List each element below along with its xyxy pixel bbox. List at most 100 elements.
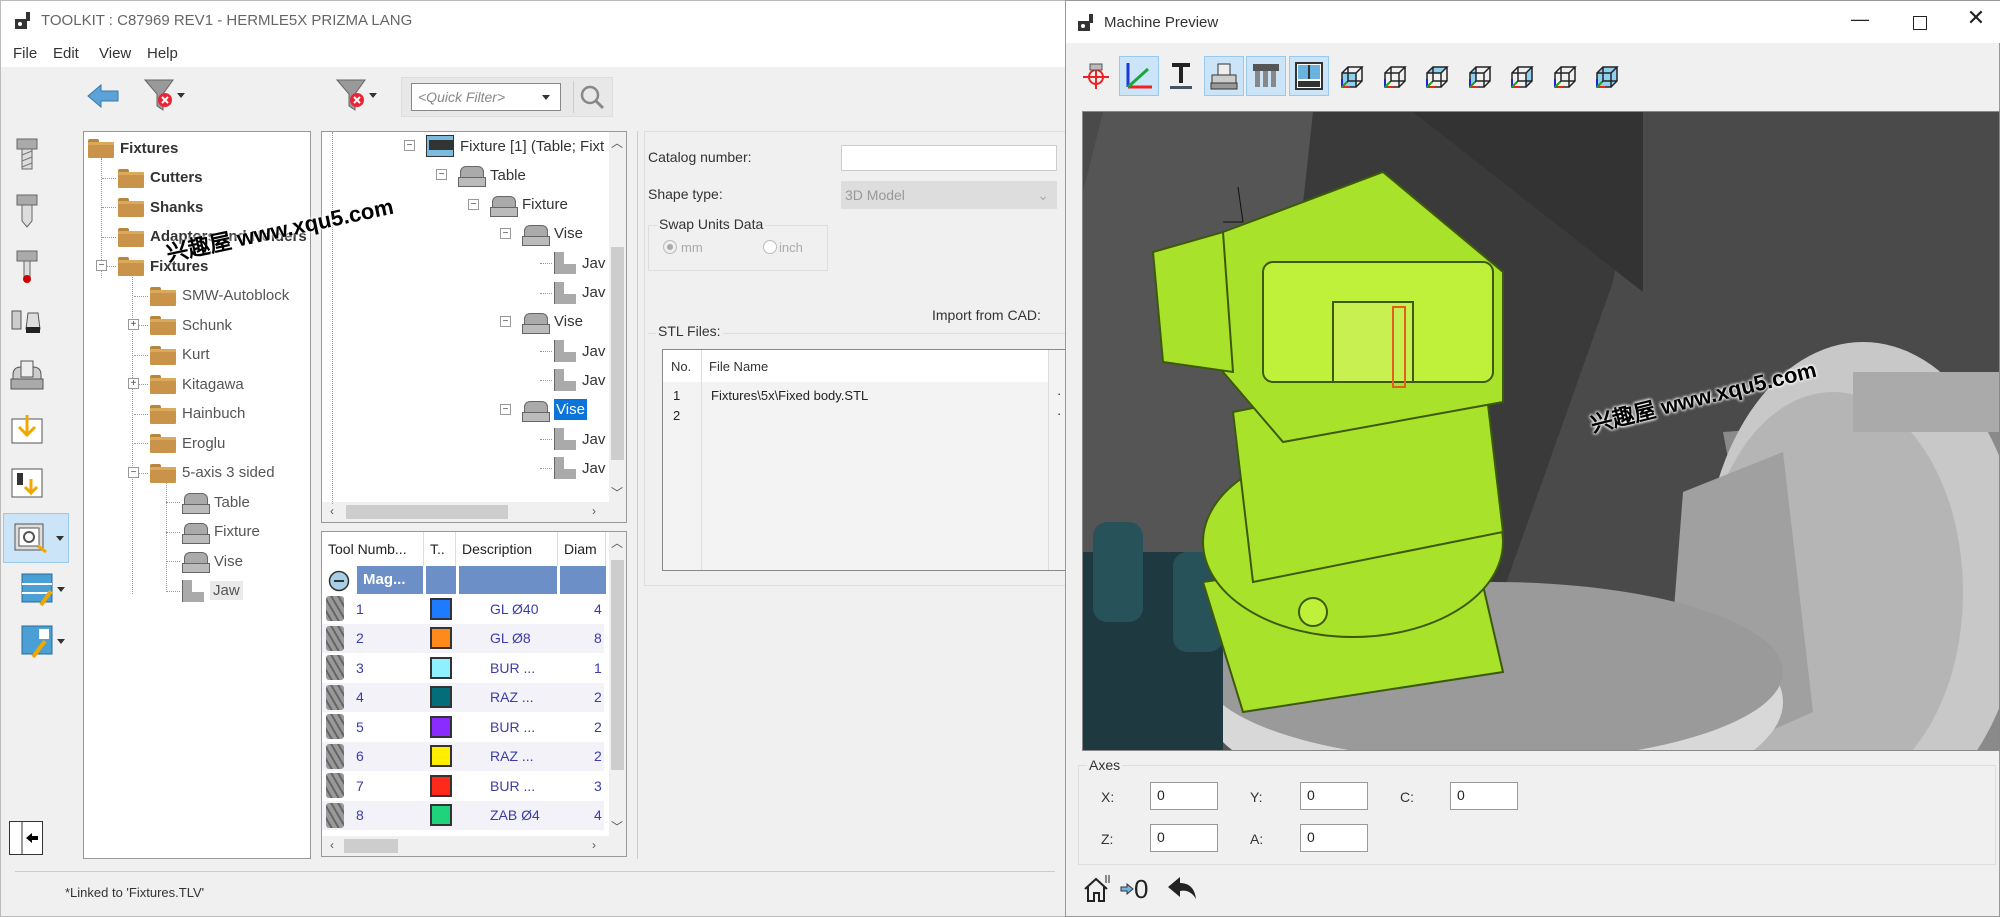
machine-safe-button[interactable] — [3, 513, 69, 563]
expand-node-icon[interactable]: + — [128, 378, 139, 389]
back-button[interactable] — [85, 81, 121, 111]
axis-x-input[interactable]: 0 — [1150, 782, 1218, 810]
collapse-panel-button[interactable] — [9, 821, 43, 855]
tree-item[interactable]: Jav — [554, 339, 605, 363]
tree-item[interactable]: Vise — [182, 549, 243, 573]
tree-item[interactable]: Vise — [522, 222, 583, 246]
table-row[interactable]: 8 ZAB Ø4 4 — [322, 800, 604, 830]
scrollbar-thumb[interactable] — [611, 560, 624, 770]
table-row[interactable]: 7 BUR ... 3 — [322, 771, 604, 800]
tree-item[interactable]: Eroglu — [150, 431, 225, 455]
tree-item-root[interactable]: Fixtures — [88, 136, 178, 160]
close-button[interactable]: ✕ — [1956, 5, 1996, 37]
scroll-left-icon[interactable]: ‹ — [324, 504, 340, 518]
scroll-down-icon[interactable]: ﹀ — [609, 818, 625, 835]
tree-item[interactable]: Jav — [554, 251, 605, 275]
view-cube-left-button[interactable] — [1459, 56, 1499, 96]
view-cube-front-button[interactable] — [1331, 56, 1371, 96]
tree-item[interactable]: Jav — [554, 427, 605, 451]
chevron-down-icon[interactable] — [369, 93, 377, 98]
menu-edit[interactable]: Edit — [53, 45, 79, 62]
tool-grid-vscrollbar[interactable]: ︿ ﹀ — [609, 532, 626, 838]
zero-axes-button[interactable]: 0 — [1120, 873, 1160, 905]
fixture-view-button[interactable] — [1203, 56, 1244, 96]
shank-button[interactable] — [7, 191, 47, 231]
unit-inch-radio[interactable] — [763, 240, 777, 254]
axis-c-input[interactable]: 0 — [1450, 782, 1518, 810]
tool-assembly-button[interactable] — [7, 621, 67, 661]
axes-button[interactable] — [1118, 56, 1159, 96]
tree-item[interactable]: Fixture — [182, 520, 260, 544]
chevron-down-icon[interactable] — [177, 93, 185, 98]
stl-row[interactable]: 2 · — [663, 406, 1063, 426]
minimize-button[interactable]: — — [1840, 9, 1880, 37]
machine-view-button[interactable] — [1288, 56, 1329, 96]
column-header-type[interactable]: T.. — [424, 532, 456, 566]
tool-position-button[interactable] — [1076, 56, 1116, 96]
collapse-node-icon[interactable]: − — [128, 466, 139, 478]
search-button[interactable] — [573, 81, 609, 113]
cutter-button[interactable] — [7, 135, 47, 175]
collapse-node-icon[interactable]: − — [500, 315, 511, 327]
scroll-down-icon[interactable]: ﹀ — [609, 484, 625, 501]
scroll-up-icon[interactable]: ︿ — [609, 134, 625, 151]
tree-item[interactable]: Table — [458, 163, 526, 188]
probe-button[interactable] — [7, 247, 47, 287]
collapse-node-icon[interactable]: − — [404, 140, 415, 151]
chevron-down-icon[interactable] — [57, 587, 65, 592]
scroll-right-icon[interactable]: › — [586, 838, 602, 852]
chevron-down-icon[interactable] — [56, 536, 64, 541]
expand-node-icon[interactable]: + — [128, 319, 139, 330]
browse-button[interactable]: · — [1057, 386, 1061, 401]
tree-item[interactable]: Jav — [554, 281, 605, 305]
import-button[interactable] — [7, 409, 47, 449]
table-row[interactable]: 1 GL Ø40 4 — [322, 594, 604, 623]
axis-z-input[interactable]: 0 — [1150, 824, 1218, 852]
tree-item[interactable]: Fixture [1] (Table; Fixt — [426, 134, 604, 158]
tree-item[interactable]: Jav — [554, 368, 605, 392]
tool-magazine-button[interactable] — [1246, 56, 1286, 96]
import-tool-button[interactable] — [7, 463, 47, 503]
assembly-filter-button[interactable] — [327, 77, 377, 113]
view-cube-right-button[interactable] — [1501, 56, 1541, 96]
assembly-tree-vscrollbar[interactable]: ︿ ﹀ — [609, 132, 626, 504]
adaptor-holder-button[interactable] — [7, 301, 47, 341]
menu-help[interactable]: Help — [147, 45, 178, 62]
tree-item[interactable]: Table — [182, 490, 250, 514]
stl-column-file-name[interactable]: File Name — [709, 359, 768, 374]
column-header-description[interactable]: Description — [456, 532, 558, 566]
tree-item[interactable]: Schunk — [150, 313, 232, 337]
stl-column-no[interactable]: No. — [671, 359, 691, 374]
collapse-node-icon[interactable]: − — [96, 260, 107, 271]
menu-view[interactable]: View — [99, 45, 131, 62]
table-row[interactable]: 4 RAZ ... 2 — [322, 682, 604, 712]
view-cube-back-button[interactable] — [1374, 56, 1414, 96]
collapse-node-icon[interactable]: − — [500, 227, 511, 239]
column-header-diameter[interactable]: Diam — [558, 532, 606, 566]
tree-item[interactable]: SMW-Autoblock — [150, 284, 289, 308]
table-row[interactable]: 2 GL Ø8 8 — [322, 623, 604, 653]
view-cube-iso-button[interactable] — [1586, 56, 1626, 96]
tree-item[interactable]: Jaw — [182, 579, 243, 603]
collapse-node-icon[interactable]: − — [468, 198, 479, 210]
table-row[interactable]: 3 BUR ... 1 — [322, 653, 604, 682]
stl-row[interactable]: 1 Fixtures\5x\Fixed body.STL · — [663, 386, 1063, 406]
library-filter-button[interactable] — [135, 77, 185, 113]
scroll-left-icon[interactable]: ‹ — [324, 838, 340, 852]
tree-item[interactable]: Vise — [522, 310, 583, 334]
browse-button[interactable]: · — [1057, 406, 1061, 421]
collapse-group-icon[interactable] — [328, 570, 350, 592]
tool-grid-hscrollbar[interactable]: ‹ › — [322, 836, 626, 856]
tree-item[interactable]: Kurt — [150, 343, 210, 367]
scrollbar-thumb[interactable] — [346, 505, 508, 519]
assembly-tree-hscrollbar[interactable]: ‹ › — [322, 502, 626, 522]
catalog-number-input[interactable] — [841, 145, 1057, 171]
unit-mm-radio[interactable] — [663, 240, 677, 254]
table-row[interactable]: 5 BUR ... 2 — [322, 712, 604, 741]
tree-item[interactable]: Cutters — [118, 166, 203, 190]
quick-filter-dropdown-icon[interactable] — [542, 95, 550, 100]
collapse-node-icon[interactable]: − — [436, 169, 447, 181]
group-row-magazine[interactable]: Mag... — [322, 566, 606, 594]
tree-item[interactable]: 5-axis 3 sided — [150, 461, 275, 485]
undo-button[interactable] — [1166, 875, 1200, 905]
